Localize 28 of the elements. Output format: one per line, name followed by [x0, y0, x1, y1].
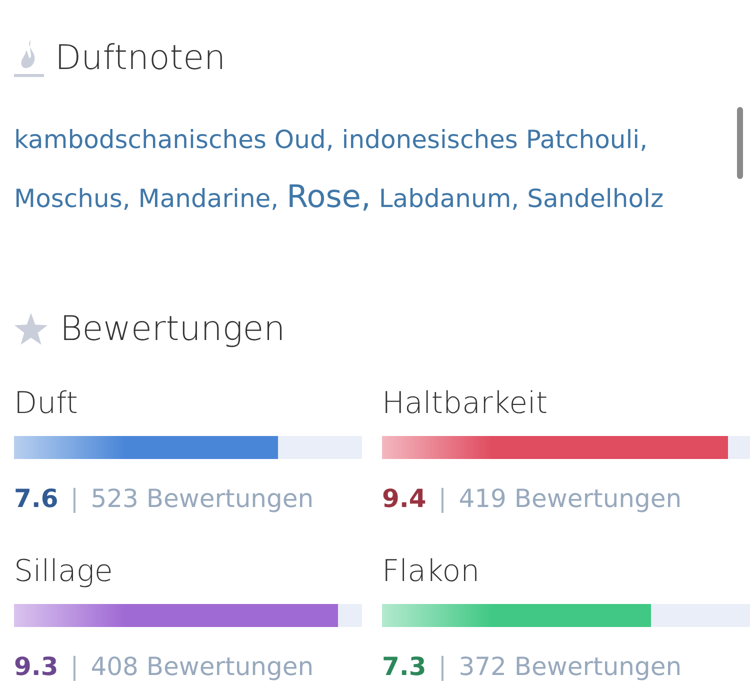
- separator-text: |: [70, 651, 79, 683]
- section-heading: Bewertungen: [60, 308, 286, 351]
- note-link[interactable]: Mandarine,: [138, 172, 279, 226]
- note-link[interactable]: Labdanum,: [378, 172, 520, 226]
- rating-count: 408 Bewertungen: [90, 651, 314, 683]
- rating-label: Sillage: [14, 554, 113, 590]
- note-link[interactable]: Moschus,: [14, 172, 130, 226]
- rating-score: 7.6: [14, 483, 58, 515]
- rating-count: 523 Bewertungen: [90, 483, 314, 515]
- note-link[interactable]: indonesisches Patchouli,: [342, 113, 648, 167]
- note-link[interactable]: kambodschanisches Oud,: [14, 113, 334, 167]
- separator-text: |: [70, 483, 79, 515]
- rating-score: 9.4: [382, 483, 426, 515]
- scrollbar-thumb[interactable]: [737, 107, 743, 179]
- note-link[interactable]: Sandelholz: [527, 172, 664, 226]
- separator-text: |: [438, 483, 447, 515]
- flame-icon: [14, 38, 44, 78]
- separator-text: |: [438, 651, 447, 683]
- section-heading: Duftnoten: [55, 37, 226, 80]
- rating-score: 9.3: [14, 651, 58, 683]
- star-icon: [14, 313, 48, 345]
- note-link[interactable]: Rose,: [286, 170, 371, 224]
- rating-label: Flakon: [382, 554, 480, 590]
- rating-label: Haltbarkeit: [382, 386, 548, 422]
- rating-count: 419 Bewertungen: [458, 483, 682, 515]
- rating-count: 372 Bewertungen: [458, 651, 682, 683]
- rating-label: Duft: [14, 386, 78, 422]
- rating-score: 7.3: [382, 651, 426, 683]
